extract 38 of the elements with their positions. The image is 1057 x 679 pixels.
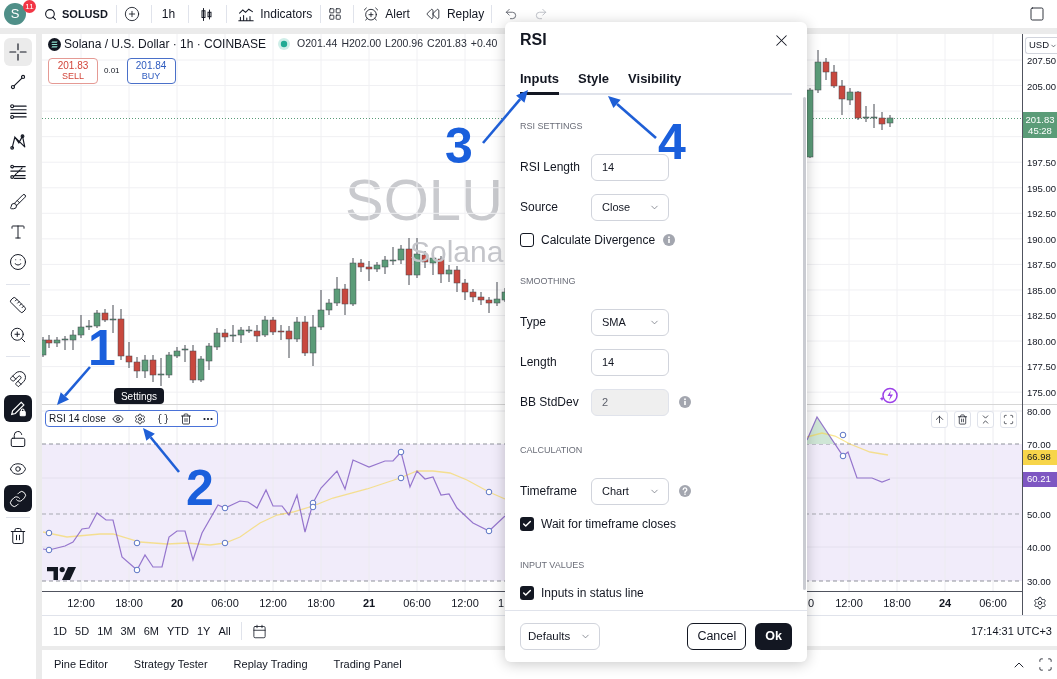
price-axis-label: 177.50 [1027, 361, 1057, 373]
time-axis-label: 20 [170, 596, 184, 612]
price-axis-label: 175.00 [1027, 386, 1057, 398]
time-axis-label: 21 [362, 596, 376, 612]
time-axis-label: 12:00 [835, 596, 863, 612]
time-axis-label: 0 [807, 596, 814, 612]
indicator-value-label: 60.21 [1023, 472, 1057, 487]
notification-badge: 11 [23, 0, 36, 13]
price-axis-label: 195.00 [1027, 182, 1057, 194]
indicator-value-label: 66.98 [1023, 450, 1057, 465]
price-axis-label: 180.00 [1027, 335, 1057, 347]
time-axis-label: 18:00 [307, 596, 335, 612]
time-axis-label: 12:00 [259, 596, 287, 612]
price-axis-label: 185.00 [1027, 284, 1057, 296]
price-axis-label: 205.00 [1027, 80, 1057, 92]
time-axis-label: 18:00 [883, 596, 911, 612]
price-axis-label: 207.50 [1027, 55, 1057, 67]
price-axis-label: 182.50 [1027, 310, 1057, 322]
price-axis-label: 192.50 [1027, 208, 1057, 220]
time-axis-label: 18:00 [115, 596, 143, 612]
time-axis-label: 06:00 [979, 596, 1007, 612]
rsi-axis-label: 80.00 [1027, 405, 1051, 417]
rsi-axis-label: 30.00 [1027, 575, 1051, 587]
rsi-axis-label: 50.00 [1027, 508, 1051, 520]
time-axis-label: 24 [938, 596, 952, 612]
clock-text: 17:14:31 UTC+3 [970, 623, 1052, 639]
rsi-axis-label: 40.00 [1027, 541, 1051, 553]
time-axis-label: 12:00 [67, 596, 95, 612]
time-axis-label: 06:00 [211, 596, 239, 612]
time-axis-label: 1 [498, 596, 505, 612]
time-axis-label: 12:00 [451, 596, 479, 612]
price-axis-label: 197.50 [1027, 157, 1057, 169]
time-axis-label: 06:00 [403, 596, 431, 612]
countdown-text: 45:28 [1028, 124, 1052, 136]
last-price-text: 201.83 [1025, 113, 1055, 125]
price-axis-label: 190.00 [1027, 233, 1057, 245]
price-axis-label: 187.50 [1027, 259, 1057, 271]
rsi-axis-label: 70.00 [1027, 438, 1051, 450]
